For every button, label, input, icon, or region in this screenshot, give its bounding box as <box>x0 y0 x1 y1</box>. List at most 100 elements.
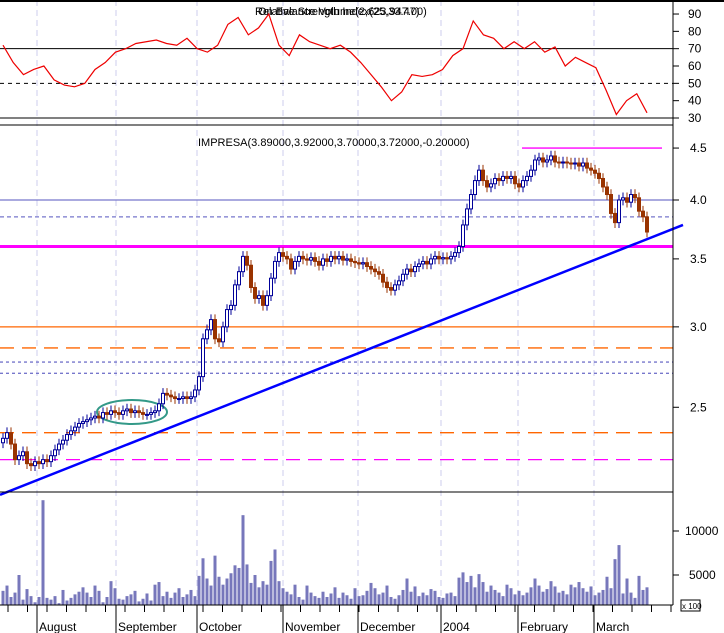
candle-body <box>293 260 297 270</box>
volume-bar <box>149 600 153 605</box>
candle <box>105 407 109 420</box>
candle <box>345 253 349 266</box>
candle <box>169 389 173 403</box>
candle-body <box>177 398 181 401</box>
volume-bar <box>349 598 353 605</box>
volume-bar <box>553 586 557 605</box>
candle <box>177 393 181 404</box>
volume-bar <box>401 589 405 605</box>
volume-bar <box>221 584 225 605</box>
volume-bar <box>313 596 317 605</box>
candle-body <box>77 422 81 428</box>
candle <box>473 175 477 200</box>
candle <box>61 434 65 450</box>
candle <box>505 171 509 184</box>
volume-bar <box>285 591 289 605</box>
candle <box>557 156 561 169</box>
volume-bar <box>513 594 517 605</box>
candle-body <box>477 169 481 182</box>
candle-body <box>41 459 45 465</box>
candle <box>93 410 97 424</box>
volume-bar <box>157 582 161 605</box>
candle <box>21 446 25 462</box>
volume-bar <box>193 596 197 605</box>
volume-bar <box>545 589 549 605</box>
volume-bar <box>281 588 285 605</box>
candle-body <box>613 212 617 224</box>
volume-bar <box>153 584 157 605</box>
volume-bar <box>261 581 265 605</box>
candle <box>185 391 189 404</box>
candle <box>573 157 577 170</box>
candle-body <box>217 338 221 343</box>
candle <box>193 384 197 403</box>
candle <box>509 171 513 184</box>
volume-bar <box>517 590 521 605</box>
candle <box>481 164 485 186</box>
volume-bar <box>73 594 77 605</box>
candle-body <box>561 161 565 164</box>
volume-bar <box>93 585 97 605</box>
volume-bar <box>1 590 5 605</box>
candle-body <box>457 245 461 254</box>
volume-bar <box>629 592 633 605</box>
candle-body <box>265 295 269 306</box>
volume-bar <box>473 587 477 605</box>
volume-bar <box>369 582 373 605</box>
candle-body <box>461 224 465 247</box>
candle-body <box>589 167 593 171</box>
volume-bar <box>213 555 217 605</box>
volume-bar <box>89 597 93 605</box>
volume-bar <box>405 578 409 605</box>
volume-bar <box>69 597 73 605</box>
volume-bar <box>525 592 529 605</box>
volume-bar <box>385 585 389 605</box>
volume-bar <box>97 590 101 605</box>
candle <box>553 150 557 168</box>
volume-bar <box>461 572 465 605</box>
candle-body <box>29 463 33 467</box>
candle <box>393 279 397 296</box>
candle <box>273 256 277 284</box>
candle-body <box>297 255 301 262</box>
candle <box>629 189 633 208</box>
candle <box>297 251 301 267</box>
candle <box>157 398 161 417</box>
candle-body <box>13 443 17 461</box>
volume-bar <box>477 574 481 605</box>
volume-bar <box>77 591 81 605</box>
candle-body <box>341 255 345 261</box>
candle <box>213 314 217 345</box>
volume-bar <box>205 578 209 605</box>
volume-bar <box>617 545 621 605</box>
candle <box>601 173 605 193</box>
volume-bar <box>469 575 473 605</box>
candle-body <box>593 169 597 174</box>
month-label: March <box>596 620 629 633</box>
volume-bar <box>341 592 345 605</box>
volume-bar <box>61 589 65 605</box>
price-tick-label: 4.0 <box>690 193 707 207</box>
candle <box>469 189 473 215</box>
candle <box>201 333 205 382</box>
volume-bar <box>577 582 581 605</box>
candle-body <box>437 255 441 260</box>
candle-body <box>485 180 489 188</box>
candle <box>121 405 125 420</box>
candle-body <box>245 255 249 266</box>
rsi-line <box>2 12 648 116</box>
candle-body <box>481 169 485 182</box>
volume-bar <box>365 590 369 605</box>
candle <box>257 290 261 304</box>
volume-bar <box>269 560 273 605</box>
candle-body <box>441 257 445 260</box>
candle-body <box>573 162 577 165</box>
candle <box>209 314 213 336</box>
volume-bar <box>625 578 629 605</box>
candle <box>421 256 425 270</box>
candle-body <box>137 410 141 414</box>
volume-bar <box>81 587 85 605</box>
candle-body <box>309 257 313 261</box>
volume-bar <box>329 593 333 605</box>
candle-body <box>121 410 125 415</box>
